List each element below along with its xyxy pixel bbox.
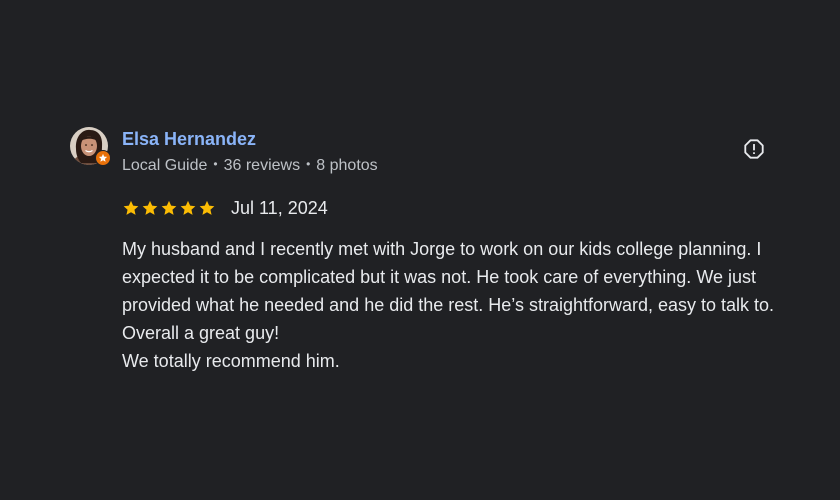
photo-count: 8 photos — [316, 157, 378, 174]
report-review-button[interactable] — [742, 137, 766, 161]
local-guide-star-icon — [95, 150, 111, 166]
report-flag-icon — [744, 139, 764, 159]
reviewer-name-link[interactable]: Elsa Hernandez — [122, 128, 256, 150]
star-rating — [122, 199, 216, 217]
rating-row: Jul 11, 2024 — [122, 197, 328, 219]
local-guide-label: Local Guide — [122, 157, 208, 174]
reviewer-meta: Local Guide • 36 reviews • 8 photos — [122, 156, 378, 176]
review-count: 36 reviews — [223, 157, 301, 174]
star-icon — [161, 200, 177, 215]
review-body: My husband and I recently met with Jorge… — [122, 235, 782, 375]
star-icon — [142, 200, 158, 215]
review-paragraph: My husband and I recently met with Jorge… — [122, 239, 775, 343]
reviewer-avatar[interactable] — [70, 127, 111, 166]
star-icon — [180, 200, 196, 215]
review-paragraph: We totally recommend him. — [122, 351, 340, 371]
review-card: Elsa Hernandez Local Guide • 36 reviews • 8 … — [0, 0, 840, 500]
meta-separator: • — [306, 157, 311, 171]
star-icon — [123, 200, 139, 215]
star-icon — [199, 200, 215, 215]
meta-separator: • — [213, 157, 218, 171]
review-date: Jul 11, 2024 — [231, 198, 328, 218]
